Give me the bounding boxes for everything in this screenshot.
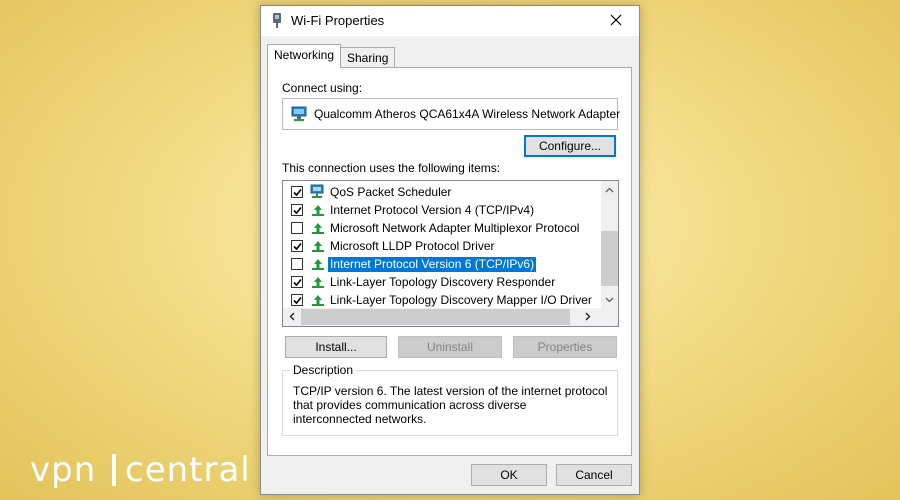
configure-button[interactable]: Configure... (524, 135, 616, 157)
chevron-right-icon[interactable] (579, 308, 596, 325)
list-item[interactable]: Internet Protocol Version 4 (TCP/IPv4) (283, 201, 601, 219)
list-item[interactable]: Microsoft LLDP Protocol Driver (283, 237, 601, 255)
item-label: Internet Protocol Version 4 (TCP/IPv4) (330, 203, 535, 217)
logo-central-text: central (125, 450, 251, 490)
adapter-name: Qualcomm Atheros QCA61x4A Wireless Netwo… (314, 107, 621, 121)
wifi-adapter-icon (272, 13, 282, 29)
list-item[interactable]: QoS Packet Scheduler (283, 183, 601, 201)
vpncentral-logo: vpn central (30, 448, 251, 490)
item-label: QoS Packet Scheduler (330, 185, 452, 199)
item-checkbox[interactable] (291, 294, 303, 306)
description-group: Description TCP/IP version 6. The latest… (282, 363, 618, 436)
wifi-properties-dialog: Wi-Fi Properties Networking Sharing Conn… (260, 5, 640, 495)
uninstall-button[interactable]: Uninstall (398, 336, 502, 358)
chevron-left-icon[interactable] (283, 308, 300, 325)
items-list[interactable]: QoS Packet Scheduler Internet Protocol V… (282, 180, 619, 327)
protocol-icon (309, 238, 327, 254)
list-item[interactable]: Microsoft Network Adapter Multiplexor Pr… (283, 219, 601, 237)
item-checkbox[interactable] (291, 204, 303, 216)
item-checkbox[interactable] (291, 276, 303, 288)
item-label: Link-Layer Topology Discovery Responder (330, 275, 556, 289)
horizontal-scroll-thumb[interactable] (301, 309, 570, 325)
logo-vpn-text: vpn (30, 450, 97, 490)
item-label: Internet Protocol Version 6 (TCP/IPv6) (326, 256, 538, 273)
item-checkbox[interactable] (291, 186, 303, 198)
connect-using-label: Connect using: (282, 81, 363, 95)
protocol-icon (309, 292, 327, 308)
description-legend: Description (290, 363, 357, 377)
protocol-icon (309, 202, 327, 218)
tab-sharing[interactable]: Sharing (340, 47, 396, 69)
close-icon (610, 14, 622, 29)
protocol-icon (309, 256, 327, 272)
close-button[interactable] (593, 6, 639, 36)
protocol-icon (309, 220, 327, 236)
protocol-icon (309, 274, 327, 290)
list-item-selected[interactable]: Internet Protocol Version 6 (TCP/IPv6) (283, 255, 601, 273)
properties-button[interactable]: Properties (513, 336, 617, 358)
install-button[interactable]: Install... (285, 336, 387, 358)
vertical-scroll-thumb[interactable] (601, 231, 618, 286)
description-text: TCP/IP version 6. The latest version of … (293, 384, 608, 426)
logo-divider (112, 454, 116, 486)
vertical-scrollbar[interactable] (601, 181, 618, 309)
network-adapter-icon (291, 106, 309, 125)
item-checkbox[interactable] (291, 240, 303, 252)
ok-button[interactable]: OK (471, 464, 547, 486)
network-scheduler-icon (309, 184, 327, 200)
list-item[interactable]: Link-Layer Topology Discovery Mapper I/O… (283, 291, 601, 309)
window-title: Wi-Fi Properties (291, 13, 385, 28)
items-label: This connection uses the following items… (282, 161, 501, 175)
item-checkbox[interactable] (291, 258, 303, 270)
chevron-up-icon[interactable] (601, 181, 618, 198)
item-label: Microsoft LLDP Protocol Driver (330, 239, 495, 253)
item-checkbox[interactable] (291, 222, 303, 234)
item-label: Link-Layer Topology Discovery Mapper I/O… (330, 293, 592, 307)
list-item[interactable]: Link-Layer Topology Discovery Responder (283, 273, 601, 291)
adapter-field: Qualcomm Atheros QCA61x4A Wireless Netwo… (282, 98, 621, 130)
tab-networking[interactable]: Networking (267, 44, 342, 68)
horizontal-scrollbar[interactable] (283, 308, 618, 326)
item-label: Microsoft Network Adapter Multiplexor Pr… (330, 221, 580, 235)
title-bar[interactable]: Wi-Fi Properties (261, 6, 639, 36)
chevron-down-icon[interactable] (601, 291, 618, 308)
cancel-button[interactable]: Cancel (556, 464, 632, 486)
